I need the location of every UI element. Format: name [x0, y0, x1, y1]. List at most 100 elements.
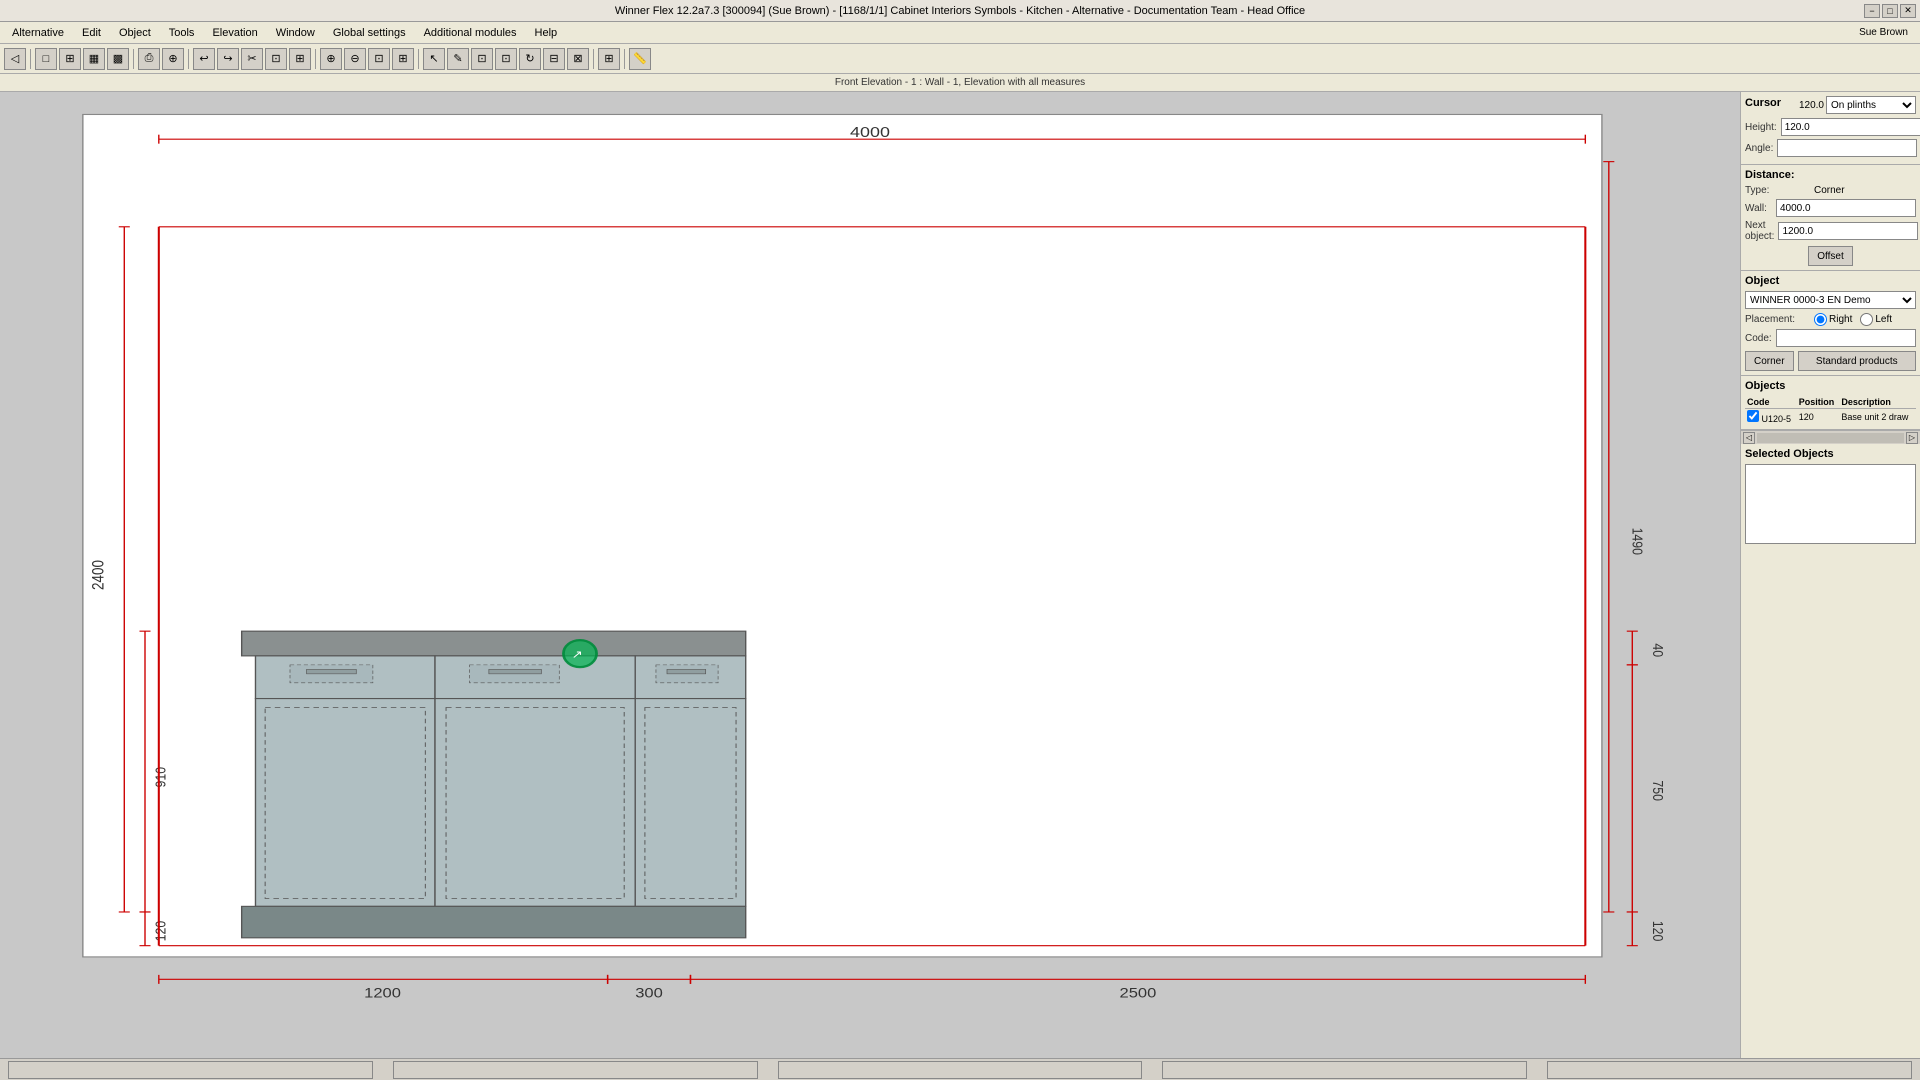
- scroll-track[interactable]: [1757, 433, 1904, 443]
- row-checkbox[interactable]: [1747, 410, 1759, 422]
- right-radio[interactable]: [1814, 313, 1827, 326]
- toolbar: ◁ □ ⊞ ▦ ▩ ⎙ ⊕ ↩ ↪ ✂ ⊡ ⊞ ⊕ ⊖ ⊡ ⊞ ↖ ✎ ⊡ ⊡ …: [0, 44, 1920, 74]
- paste-button[interactable]: ⊞: [289, 48, 311, 70]
- redo-button[interactable]: ↪: [217, 48, 239, 70]
- select-button[interactable]: ⊡: [471, 48, 493, 70]
- menu-elevation[interactable]: Elevation: [204, 25, 265, 41]
- grid-button[interactable]: ⊞: [598, 48, 620, 70]
- right-radio-label[interactable]: Right: [1814, 313, 1852, 326]
- toolbar-separator-3: [188, 49, 189, 69]
- undo-button[interactable]: ↩: [193, 48, 215, 70]
- measure-button[interactable]: 📏: [629, 48, 651, 70]
- menu-edit[interactable]: Edit: [74, 25, 109, 41]
- type-row: Type: Corner: [1745, 185, 1916, 196]
- plinth: [242, 906, 746, 937]
- cursor-dropdown[interactable]: On plinths: [1826, 96, 1916, 114]
- col-position: Position: [1797, 396, 1840, 409]
- status-seg-2: [393, 1061, 758, 1079]
- save-button[interactable]: ▦: [83, 48, 105, 70]
- corner-label: Corner: [1814, 185, 1845, 196]
- wall-label: Wall:: [1745, 203, 1772, 214]
- menu-bar: Alternative Edit Object Tools Elevation …: [0, 22, 1920, 44]
- open-button[interactable]: ⊞: [59, 48, 81, 70]
- rotate-button[interactable]: ↻: [519, 48, 541, 70]
- elevation-drawing: 4000 2400 910 120 1490: [0, 92, 1740, 1058]
- mirror-button[interactable]: ⊟: [543, 48, 565, 70]
- placement-radio-group: Right Left: [1814, 313, 1892, 326]
- status-seg-1: [8, 1061, 373, 1079]
- zoom-fit-button[interactable]: ⊡: [368, 48, 390, 70]
- menu-additional-modules[interactable]: Additional modules: [416, 25, 525, 41]
- placement-row: Placement: Right Left: [1745, 313, 1916, 326]
- height-label: Height:: [1745, 122, 1777, 133]
- objects-section: Objects Code Position Description U120-5…: [1741, 376, 1920, 430]
- code-input[interactable]: [1776, 329, 1916, 347]
- save-all-button[interactable]: ▩: [107, 48, 129, 70]
- close-button[interactable]: ✕: [1900, 4, 1916, 18]
- cut-button[interactable]: ✂: [241, 48, 263, 70]
- zoom-select-button[interactable]: ⊞: [392, 48, 414, 70]
- back-button[interactable]: ◁: [4, 48, 26, 70]
- distance-title: Distance:: [1745, 169, 1916, 181]
- print-button[interactable]: ⎙: [138, 48, 160, 70]
- zoom-out-button[interactable]: ⊖: [344, 48, 366, 70]
- left-radio-label[interactable]: Left: [1860, 313, 1892, 326]
- corner-button[interactable]: Corner: [1745, 351, 1794, 371]
- status-seg-4: [1162, 1061, 1527, 1079]
- object-title: Object: [1745, 275, 1916, 287]
- code-label: Code:: [1745, 333, 1772, 344]
- copy-button[interactable]: ⊡: [265, 48, 287, 70]
- angle-input[interactable]: [1777, 139, 1917, 157]
- dim-bottom-300: 300: [635, 986, 663, 1001]
- offset-button[interactable]: Offset: [1808, 246, 1853, 266]
- next-object-label: Next object:: [1745, 220, 1774, 242]
- menu-help[interactable]: Help: [527, 25, 566, 41]
- menu-object[interactable]: Object: [111, 25, 159, 41]
- left-radio[interactable]: [1860, 313, 1873, 326]
- delete-button[interactable]: ⊠: [567, 48, 589, 70]
- scroll-right-button[interactable]: ▷: [1906, 432, 1918, 444]
- dim-bottom-2500: 2500: [1119, 986, 1156, 1001]
- cursor-section: Cursor 120.0 On plinths Height: Angle:: [1741, 92, 1920, 165]
- zoom-in-button[interactable]: ⊕: [320, 48, 342, 70]
- menu-tools[interactable]: Tools: [161, 25, 203, 41]
- wall-row: Wall:: [1745, 199, 1916, 217]
- toolbar-separator-4: [315, 49, 316, 69]
- next-object-input[interactable]: [1778, 222, 1918, 240]
- maximize-button[interactable]: □: [1882, 4, 1898, 18]
- move-button[interactable]: ⊡: [495, 48, 517, 70]
- angle-row: Angle:: [1745, 139, 1916, 157]
- worktop: [242, 631, 746, 656]
- scroll-left-button[interactable]: ◁: [1743, 432, 1755, 444]
- right-panel: Cursor 120.0 On plinths Height: Angle: D…: [1740, 92, 1920, 1058]
- height-input[interactable]: [1781, 118, 1920, 136]
- menu-alternative[interactable]: Alternative: [4, 25, 72, 41]
- toolbar-separator-2: [133, 49, 134, 69]
- svg-text:↗: ↗: [571, 648, 583, 660]
- new-button[interactable]: □: [35, 48, 57, 70]
- objects-title: Objects: [1745, 380, 1916, 392]
- placement-label: Placement:: [1745, 314, 1810, 325]
- toolbar-separator-5: [418, 49, 419, 69]
- cursor-value: 120.0: [1799, 100, 1824, 111]
- print-preview-button[interactable]: ⊕: [162, 48, 184, 70]
- cursor-button[interactable]: ↖: [423, 48, 445, 70]
- standard-products-button[interactable]: Standard products: [1798, 351, 1916, 371]
- dim-right-40: 40: [1650, 643, 1668, 657]
- menu-window[interactable]: Window: [268, 25, 323, 41]
- wall-input[interactable]: [1776, 199, 1916, 217]
- user-name: Sue Brown: [1859, 27, 1916, 38]
- dim-left-mid: 910: [151, 767, 169, 788]
- canvas-area[interactable]: 4000 2400 910 120 1490: [0, 92, 1740, 1058]
- dim-right-bot-120: 120: [1650, 921, 1668, 942]
- draw-button[interactable]: ✎: [447, 48, 469, 70]
- dim-left-total: 2400: [89, 560, 108, 590]
- horizontal-scrollbar[interactable]: ◁ ▷: [1741, 430, 1920, 444]
- object-dropdown[interactable]: WINNER 0000-3 EN Demo: [1745, 291, 1916, 309]
- type-label: Type:: [1745, 185, 1810, 196]
- minimize-button[interactable]: −: [1864, 4, 1880, 18]
- col-description: Description: [1839, 396, 1916, 409]
- code-row: Code:: [1745, 329, 1916, 347]
- elevation-statusbar: Front Elevation - 1 : Wall - 1, Elevatio…: [0, 74, 1920, 92]
- menu-global-settings[interactable]: Global settings: [325, 25, 414, 41]
